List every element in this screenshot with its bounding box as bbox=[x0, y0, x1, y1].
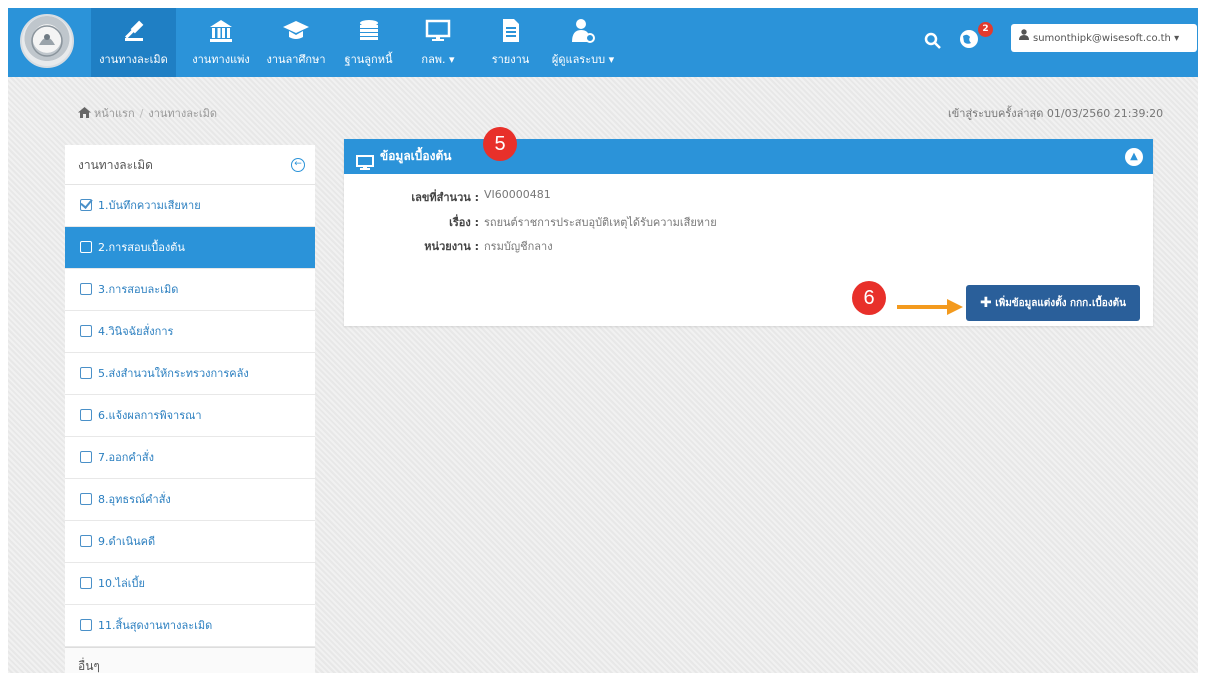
checkbox-icon bbox=[80, 535, 92, 547]
sidebar-item-label: 11.สิ้นสุดงานทางละเมิด bbox=[98, 619, 213, 632]
document-icon bbox=[483, 8, 538, 46]
nav-label: งานทางละเมิด bbox=[99, 53, 168, 66]
field-label: หน่วยงาน : bbox=[424, 240, 479, 253]
sidebar-item-prosecute[interactable]: 9.ดำเนินคดี bbox=[65, 521, 315, 563]
field-value: VI60000481 bbox=[484, 188, 551, 201]
notification-badge: 2 bbox=[978, 22, 993, 37]
checkbox-icon bbox=[80, 241, 92, 253]
gavel-icon bbox=[91, 8, 176, 46]
sidebar-section-other[interactable]: อื่นๆ bbox=[65, 647, 315, 673]
field-agency: หน่วยงาน : กรมบัญชีกลาง bbox=[344, 237, 1153, 257]
field-subject: เรื่อง : รถยนต์ราชการประสบอุบัติเหตุได้ร… bbox=[344, 213, 1153, 233]
nav-label: รายงาน bbox=[491, 53, 530, 66]
nav-item-kor-lor-por[interactable]: กลพ. ▾ bbox=[413, 8, 463, 77]
breadcrumb-current: งานทางละเมิด bbox=[148, 107, 217, 120]
sidebar-item-recourse[interactable]: 10.ไล่เบี้ย bbox=[65, 563, 315, 605]
nav-item-debtor-base[interactable]: ฐานลูกหนี้ bbox=[336, 8, 401, 77]
sidebar-item-label: 7.ออกคำสั่ง bbox=[98, 451, 154, 464]
nav-item-tort[interactable]: งานทางละเมิด bbox=[91, 8, 176, 77]
sidebar-item-label: 3.การสอบละเมิด bbox=[98, 283, 179, 296]
plus-icon: ✚ bbox=[979, 295, 992, 311]
sidebar-item-label: 9.ดำเนินคดี bbox=[98, 535, 156, 548]
field-value: รถยนต์ราชการประสบอุบัติเหตุได้รับความเสี… bbox=[484, 216, 717, 229]
coins-icon bbox=[336, 8, 401, 46]
nav-label: งานทางแพ่ง bbox=[192, 53, 250, 66]
sidebar-item-tort-inquiry[interactable]: 3.การสอบละเมิด bbox=[65, 269, 315, 311]
sidebar-item-label: 5.ส่งสำนวนให้กระทรวงการคลัง bbox=[98, 367, 249, 380]
checkbox-icon bbox=[80, 493, 92, 505]
add-button-label: เพิ่มข้อมูลแต่งตั้ง กกก.เบื้องต้น bbox=[995, 298, 1126, 309]
nav-label: กลพ. ▾ bbox=[421, 53, 455, 66]
sidebar-item-label: 1.บันทึกความเสียหาย bbox=[98, 199, 201, 212]
checkbox-icon bbox=[80, 283, 92, 295]
breadcrumb-separator: / bbox=[139, 107, 144, 120]
sidebar-item-record-damage[interactable]: 1.บันทึกความเสียหาย bbox=[65, 185, 315, 227]
home-icon[interactable] bbox=[78, 107, 91, 121]
graduation-cap-icon bbox=[261, 8, 331, 46]
sidebar-item-label: 8.อุทธรณ์คำสั่ง bbox=[98, 493, 171, 506]
checkbox-icon bbox=[80, 577, 92, 589]
checkbox-icon bbox=[80, 325, 92, 337]
nav-item-report[interactable]: รายงาน bbox=[483, 8, 538, 77]
sidebar: งานทางละเมิด ← 1.บันทึกความเสียหาย 2.การ… bbox=[65, 145, 315, 673]
sidebar-item-notify-result[interactable]: 6.แจ้งผลการพิจารณา bbox=[65, 395, 315, 437]
user-menu-button[interactable]: sumonthipk@wisesoft.co.th ▾ bbox=[1011, 24, 1197, 52]
checkbox-icon bbox=[80, 619, 92, 631]
nav-label: งานลาศึกษา bbox=[266, 53, 326, 66]
field-label: เลขที่สำนวน : bbox=[411, 191, 479, 204]
sidebar-item-send-to-ministry[interactable]: 5.ส่งสำนวนให้กระทรวงการคลัง bbox=[65, 353, 315, 395]
search-icon[interactable] bbox=[924, 32, 942, 53]
checkbox-icon bbox=[80, 367, 92, 379]
panel-header: ข้อมูลเบื้องต้น ▲ bbox=[344, 139, 1153, 174]
nav-item-admin[interactable]: ผู้ดูแลระบบ ▾ bbox=[543, 8, 623, 77]
user-icon bbox=[1019, 24, 1029, 52]
breadcrumb-home-link[interactable]: หน้าแรก bbox=[94, 107, 135, 120]
sidebar-title: งานทางละเมิด bbox=[78, 158, 153, 172]
panel-title: ข้อมูลเบื้องต้น bbox=[380, 149, 452, 163]
field-label: เรื่อง : bbox=[449, 216, 479, 229]
checkbox-icon bbox=[80, 409, 92, 421]
sidebar-item-appeal-order[interactable]: 8.อุทธรณ์คำสั่ง bbox=[65, 479, 315, 521]
sidebar-item-label: 2.การสอบเบื้องต้น bbox=[98, 241, 185, 254]
emblem-icon bbox=[31, 25, 63, 57]
monitor-icon bbox=[356, 149, 374, 184]
sidebar-item-decision[interactable]: 4.วินิจฉัยสั่งการ bbox=[65, 311, 315, 353]
sidebar-item-label: 6.แจ้งผลการพิจารณา bbox=[98, 409, 202, 422]
sidebar-item-label: 4.วินิจฉัยสั่งการ bbox=[98, 325, 174, 338]
collapse-panel-chevron-up-icon[interactable]: ▲ bbox=[1125, 148, 1143, 166]
sidebar-item-label: 10.ไล่เบี้ย bbox=[98, 577, 145, 590]
collapse-sidebar-icon[interactable]: ← bbox=[291, 158, 305, 172]
last-login-text: เข้าสู่ระบบครั้งล่าสุด 01/03/2560 21:39:… bbox=[948, 107, 1164, 120]
breadcrumb: หน้าแรก / งานทางละเมิด bbox=[78, 104, 217, 122]
nav-item-study-leave[interactable]: งานลาศึกษา bbox=[261, 8, 331, 77]
step-6-marker: 6 bbox=[852, 281, 886, 315]
app-frame: งานทางละเมิด งานทางแพ่ง งานลาศึกษา ฐานลู… bbox=[8, 8, 1198, 673]
bank-icon bbox=[186, 8, 256, 46]
field-case-number: เลขที่สำนวน : VI60000481 bbox=[344, 188, 1153, 208]
sidebar-item-preliminary-inquiry[interactable]: 2.การสอบเบื้องต้น bbox=[65, 227, 315, 269]
preliminary-info-panel: ข้อมูลเบื้องต้น ▲ เลขที่สำนวน : VI600004… bbox=[344, 139, 1153, 326]
add-preliminary-committee-button[interactable]: ✚ เพิ่มข้อมูลแต่งตั้ง กกก.เบื้องต้น bbox=[966, 285, 1140, 321]
field-value: กรมบัญชีกลาง bbox=[484, 240, 553, 253]
sidebar-header: งานทางละเมิด ← bbox=[65, 145, 315, 185]
checkbox-icon bbox=[80, 451, 92, 463]
sidebar-item-issue-order[interactable]: 7.ออกคำสั่ง bbox=[65, 437, 315, 479]
nav-item-civil[interactable]: งานทางแพ่ง bbox=[186, 8, 256, 77]
user-email: sumonthipk@wisesoft.co.th ▾ bbox=[1033, 33, 1180, 44]
user-gear-icon bbox=[543, 8, 623, 46]
agency-logo[interactable] bbox=[20, 14, 74, 68]
sidebar-item-case-closed[interactable]: 11.สิ้นสุดงานทางละเมิด bbox=[65, 605, 315, 647]
step-5-marker: 5 bbox=[483, 127, 517, 161]
pointer-arrow-icon bbox=[897, 299, 963, 315]
monitor-icon bbox=[413, 8, 463, 46]
nav-label: ฐานลูกหนี้ bbox=[344, 53, 393, 66]
nav-label: ผู้ดูแลระบบ ▾ bbox=[551, 53, 615, 66]
top-navbar: งานทางละเมิด งานทางแพ่ง งานลาศึกษา ฐานลู… bbox=[8, 8, 1198, 77]
checkbox-checked-icon bbox=[80, 199, 92, 211]
notification-globe-icon[interactable] bbox=[958, 28, 980, 53]
